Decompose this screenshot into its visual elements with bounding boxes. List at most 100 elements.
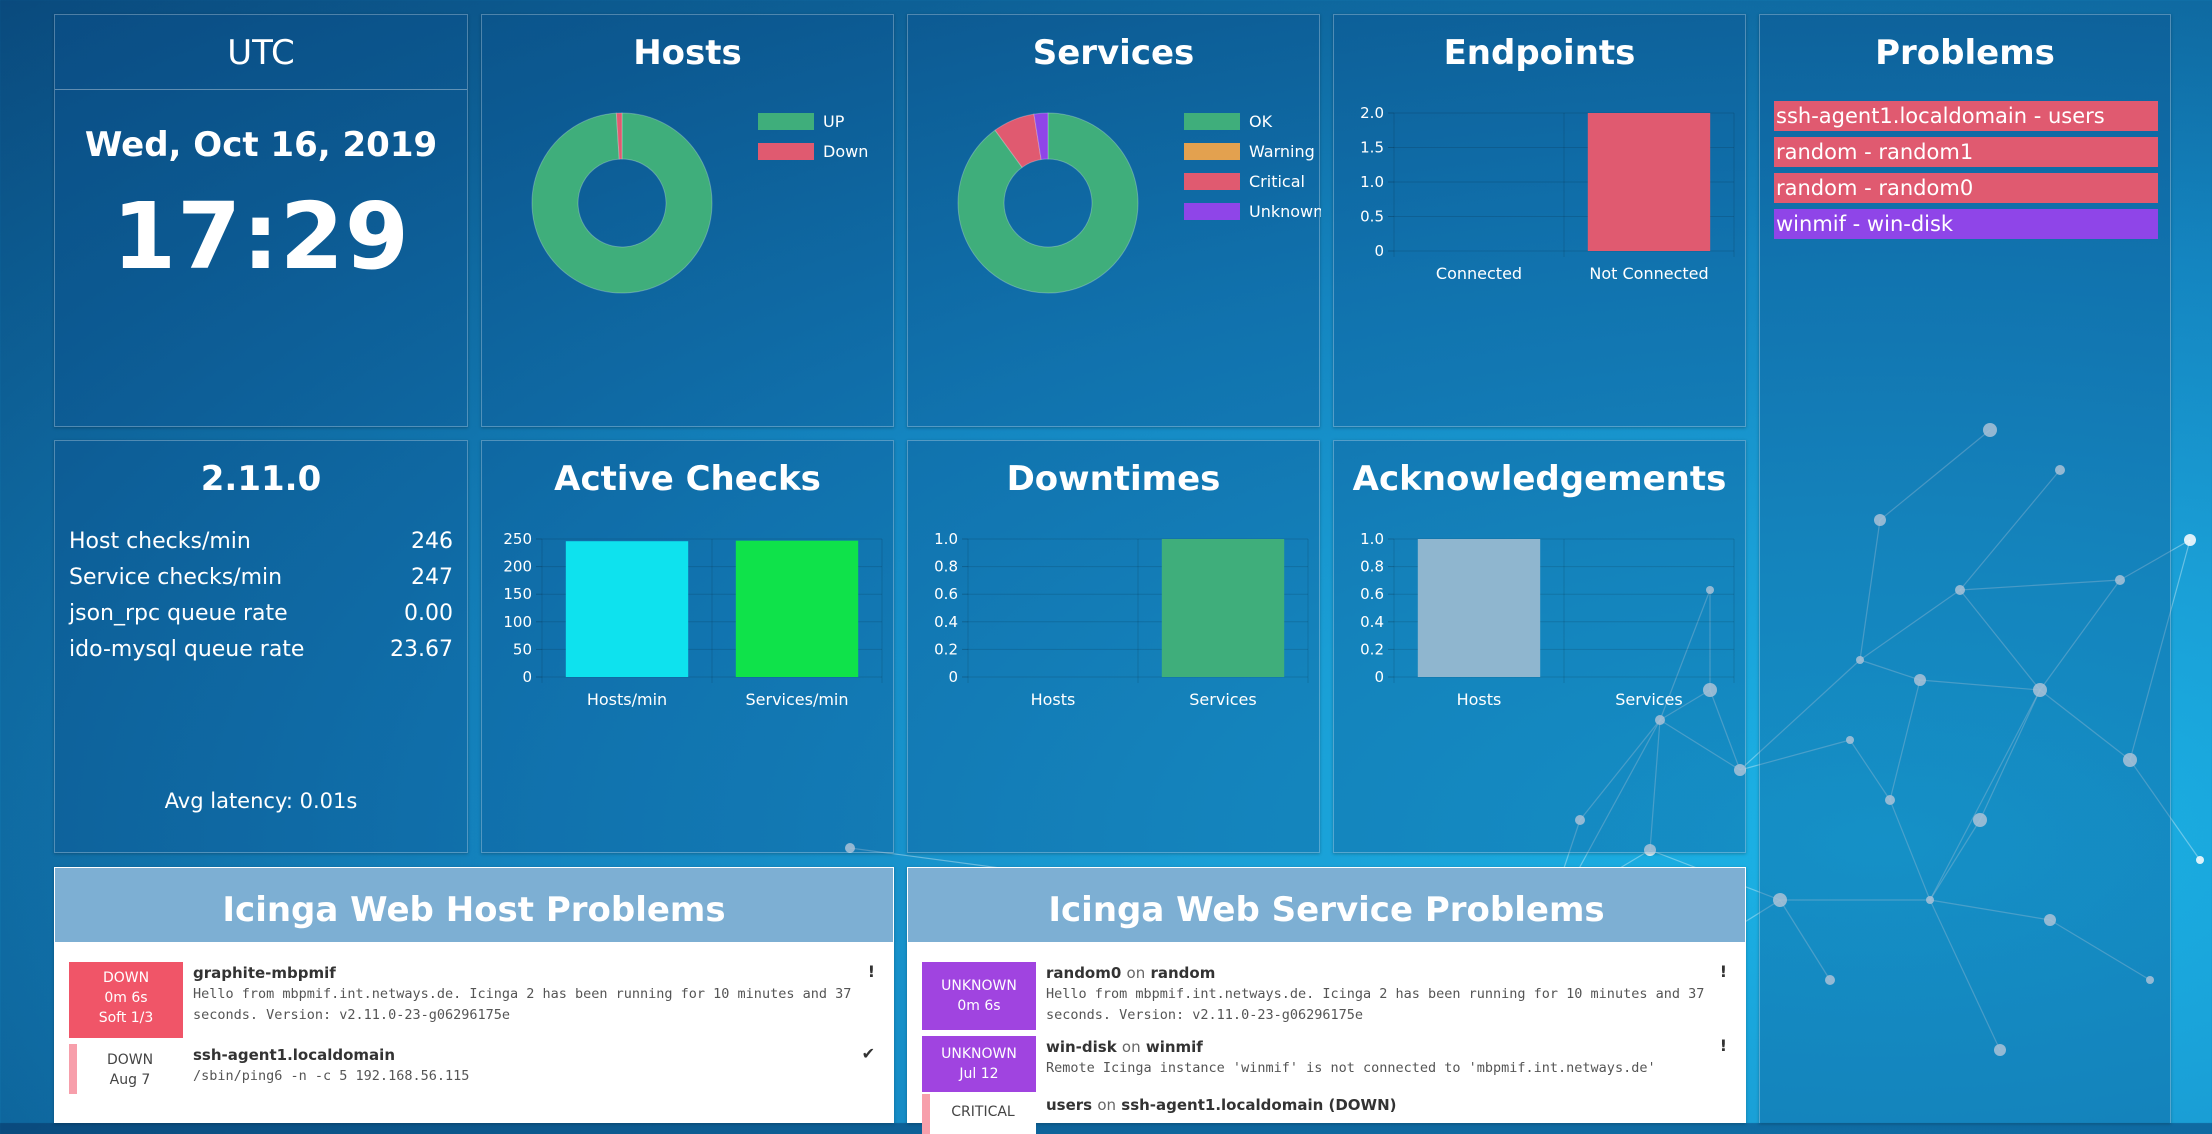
hosts-panel: Hosts UP Down — [481, 14, 894, 427]
active-checks-title: Active Checks — [554, 459, 821, 499]
plugin-output: Hello from mbpmif.int.netways.de. Icinga… — [1046, 986, 1705, 1023]
service-label[interactable]: win-disk — [1046, 1038, 1117, 1056]
host-name[interactable]: graphite-mbpmif — [193, 964, 879, 982]
downtimes-bar-chart: 1.0 0.8 0.6 0.4 0.2 0 Hosts Services — [934, 530, 1309, 709]
version-title: 2.11.0 — [200, 459, 322, 499]
legend-swatch — [758, 113, 814, 130]
version-panel: 2.11.0 Host checks/min 246 Service checks… — [54, 440, 468, 853]
problem-label: winmif - win-disk — [1776, 212, 1954, 236]
host-problems-table: DOWN 0m 6s Soft 1/3 graphite-mbpmif Hell… — [69, 962, 879, 1100]
y-tick-label: 0.8 — [934, 558, 958, 576]
stat-label: ido-mysql queue rate — [69, 636, 305, 662]
on-text: on — [1121, 1038, 1141, 1056]
y-tick-label: 250 — [503, 530, 532, 548]
legend-label: UP — [823, 112, 845, 131]
table-row[interactable]: UNKNOWN Jul 12 win-disk on winmif Remote… — [922, 1036, 1731, 1094]
bar-hosts — [1417, 539, 1541, 677]
state-since: Jul 12 — [959, 1066, 999, 1082]
divider — [55, 89, 467, 90]
y-tick-label: 1.0 — [1360, 173, 1384, 191]
downtimes-title: Downtimes — [1006, 459, 1221, 499]
x-tick-label: Hosts — [1457, 690, 1502, 709]
table-row[interactable]: DOWN 0m 6s Soft 1/3 graphite-mbpmif Hell… — [69, 962, 879, 1044]
y-tick-label: 0.5 — [1360, 208, 1384, 226]
stat-value: 246 — [411, 528, 453, 554]
stat-row: json_rpc queue rate 0.00 — [69, 595, 453, 631]
problem-item[interactable]: random - random1 — [1774, 137, 2158, 167]
table-row[interactable]: UNKNOWN 0m 6s random0 on random Hello fr… — [922, 962, 1731, 1036]
y-tick-label: 0.4 — [1360, 613, 1384, 631]
legend-label: Critical — [1249, 172, 1305, 191]
downtimes-panel: Downtimes 1.0 0.8 0.6 0.4 0.2 0 Hosts Services — [907, 440, 1320, 853]
services-donut-chart: OK Warning Critical Unknown — [957, 112, 1321, 294]
stat-row: ido-mysql queue rate 23.67 — [69, 631, 453, 667]
host-name[interactable]: ssh-agent1.localdomain — [193, 1046, 879, 1064]
legend-label: Warning — [1249, 142, 1315, 161]
stat-value: 0.00 — [404, 600, 453, 626]
y-tick-label: 0 — [1374, 242, 1384, 260]
y-tick-label: 200 — [503, 558, 532, 576]
problem-item[interactable]: random - random0 — [1774, 173, 2158, 203]
state-label: UNKNOWN — [941, 978, 1017, 994]
y-tick-label: 1.5 — [1360, 139, 1384, 157]
legend-swatch — [758, 143, 814, 160]
host-label[interactable]: random — [1150, 964, 1215, 982]
state-label: DOWN — [102, 970, 150, 986]
host-label[interactable]: winmif — [1146, 1038, 1203, 1056]
x-tick-label: Not Connected — [1589, 264, 1708, 283]
service-label[interactable]: users — [1046, 1096, 1092, 1114]
y-tick-label: 100 — [503, 613, 532, 631]
service-label[interactable]: random0 — [1046, 964, 1121, 982]
y-tick-label: 0.6 — [934, 585, 958, 603]
service-problems-title: Icinga Web Service Problems — [1048, 890, 1605, 930]
problem-label: random - random0 — [1776, 176, 1974, 200]
stat-value: 247 — [411, 564, 453, 590]
state-badge: CRITICAL — [922, 1094, 1036, 1134]
host-problems-panel: Icinga Web Host Problems DOWN 0m 6s Soft… — [54, 867, 894, 1123]
host-label[interactable]: ssh-agent1.localdomain (DOWN) — [1121, 1096, 1396, 1114]
state-badge: UNKNOWN 0m 6s — [922, 962, 1036, 1030]
x-tick-label: Services/min — [745, 690, 848, 709]
endpoints-panel: Endpoints 2.0 1.5 1.0 0.5 0 Connected Not Conn… — [1333, 14, 1746, 427]
problems-panel: Problems ssh-agent1.localdomain - users … — [1759, 14, 2171, 1123]
legend-swatch — [1184, 143, 1240, 160]
y-tick-label: 0 — [522, 668, 532, 686]
current-time: 17:29 — [112, 183, 410, 290]
table-row[interactable]: CRITICAL users on ssh-agent1.localdomain… — [922, 1094, 1731, 1134]
active-checks-panel: Active Checks 250 200 150 100 50 0 Hosts/min Se… — [481, 440, 894, 853]
alert-icon: ! — [1719, 1036, 1727, 1055]
x-tick-label: Services — [1615, 690, 1682, 709]
hosts-title: Hosts — [633, 33, 742, 73]
bar-services-min — [735, 540, 859, 677]
problem-label: ssh-agent1.localdomain - users — [1776, 104, 2105, 128]
bar-not-connected — [1587, 113, 1711, 251]
table-row[interactable]: DOWN Aug 7 ssh-agent1.localdomain /sbin/… — [69, 1044, 879, 1100]
service-problems-panel: Icinga Web Service Problems UNKNOWN 0m 6… — [907, 867, 1746, 1134]
problem-item[interactable]: ssh-agent1.localdomain - users — [1774, 101, 2158, 131]
state-label: DOWN — [106, 1052, 154, 1068]
service-name: win-disk on winmif — [1046, 1038, 1731, 1056]
x-tick-label: Hosts — [1031, 690, 1076, 709]
stats-list: Host checks/min 246 Service checks/min 247… — [69, 523, 453, 667]
state-badge: UNKNOWN Jul 12 — [922, 1036, 1036, 1092]
problem-label: random - random1 — [1776, 140, 1974, 164]
legend-label: OK — [1249, 112, 1273, 131]
legend-swatch — [1184, 173, 1240, 190]
y-tick-label: 0 — [1374, 668, 1384, 686]
problems-title: Problems — [1875, 33, 2055, 73]
plugin-output: /sbin/ping6 -n -c 5 192.168.56.115 — [193, 1068, 470, 1084]
state-badge: DOWN Aug 7 — [69, 1044, 183, 1094]
services-panel: Services OK Warning Critical Unknown — [907, 14, 1321, 427]
y-tick-label: 2.0 — [1360, 104, 1384, 122]
plugin-output: Remote Icinga instance 'winmif' is not c… — [1046, 1060, 1656, 1076]
problems-list: ssh-agent1.localdomain - users random - … — [1774, 101, 2158, 245]
bar-services — [1161, 539, 1285, 677]
service-name: random0 on random — [1046, 964, 1731, 982]
state-duration: 0m 6s — [104, 990, 148, 1006]
y-tick-label: 1.0 — [1360, 530, 1384, 548]
y-tick-label: 0.6 — [1360, 585, 1384, 603]
endpoints-title: Endpoints — [1443, 33, 1636, 73]
endpoints-bar-chart: 2.0 1.5 1.0 0.5 0 Connected Not Connected — [1360, 104, 1735, 283]
problem-item[interactable]: winmif - win-disk — [1774, 209, 2158, 239]
active-checks-bar-chart: 250 200 150 100 50 0 Hosts/min Services/min — [503, 530, 883, 709]
